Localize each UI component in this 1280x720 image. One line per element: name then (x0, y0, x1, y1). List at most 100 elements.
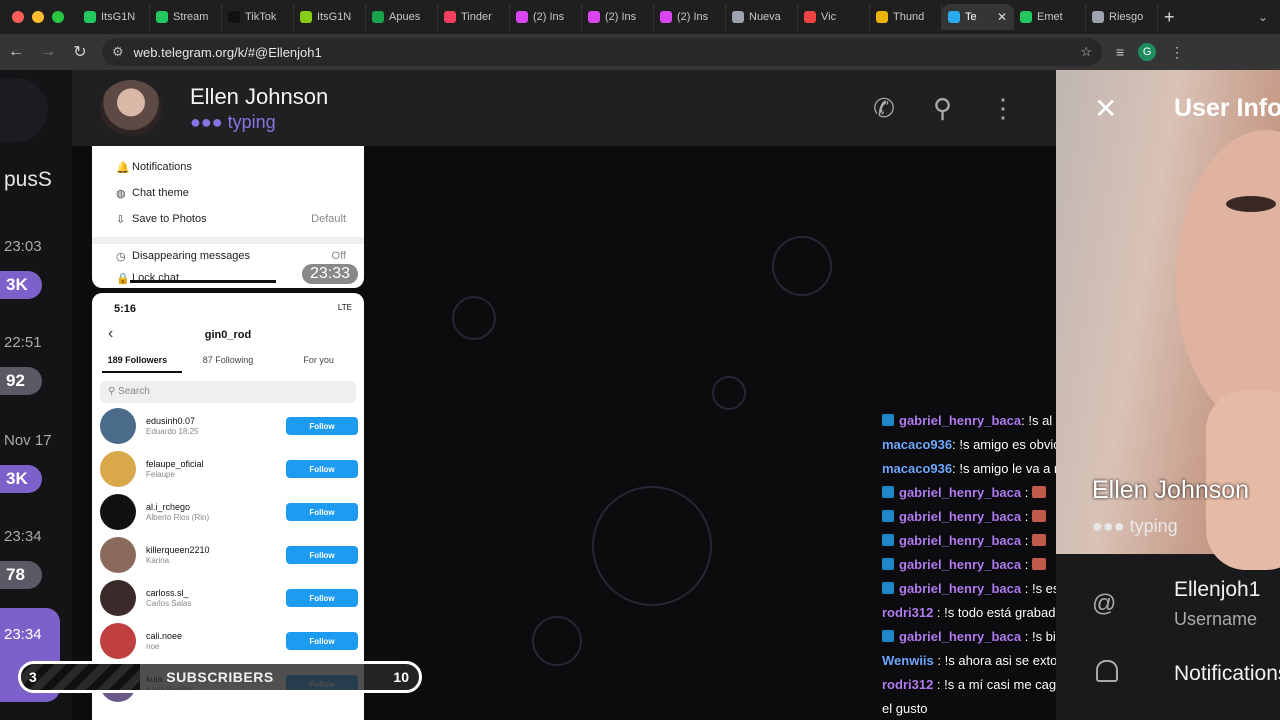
search-placeholder: Search (118, 386, 150, 397)
browser-tab[interactable]: TikTok (222, 4, 294, 30)
prime-badge-icon (882, 630, 894, 642)
close-window-button[interactable] (12, 11, 24, 23)
chat-list-time[interactable]: 23:03 (4, 238, 42, 255)
close-icon[interactable]: ✕ (1094, 92, 1117, 125)
user-info-name: Ellen Johnson (1092, 476, 1250, 504)
follower-row: al.i_rchego Alberto Rios (Rin) Follow (100, 492, 358, 532)
phone-status: LTE (337, 303, 352, 312)
chat-list-time[interactable]: Nov 17 (4, 432, 52, 449)
follower-fullname: Eduardo 18:25 (146, 427, 199, 436)
username-label: Username (1174, 609, 1258, 629)
tab-favicon-icon (300, 11, 312, 23)
tab-label: Apues (389, 11, 421, 23)
follower-meta: cali.noee noe (146, 631, 182, 651)
chat-list-name-fragment[interactable]: pusS (4, 168, 52, 192)
subscriber-target: 10 (393, 669, 409, 685)
browser-tab[interactable]: ItsG1N (294, 4, 366, 30)
browser-tab[interactable]: Apues (366, 4, 438, 30)
browser-tab[interactable]: Vic (798, 4, 870, 30)
settings-row: 🔔 Notifications (116, 161, 346, 174)
browser-tab[interactable]: Riesgo (1086, 4, 1158, 30)
tab-favicon-icon (948, 11, 960, 23)
tab-label: Thund (893, 11, 925, 23)
address-bar[interactable]: ⚙ web.telegram.org/k/#@Ellenjoh1 ☆ (102, 38, 1102, 66)
instagram-screenshot-message[interactable]: 5:16 LTE ‹ gin0_rod 189 Followers 87 Fol… (92, 293, 364, 720)
tab-label: ItsG1N (101, 11, 136, 23)
chat-header-actions: ✆ ⚲ ⋮ (873, 93, 1016, 124)
reload-icon[interactable]: ↻ (64, 42, 96, 62)
tab-favicon-icon (228, 11, 240, 23)
phone-icon[interactable]: ✆ (873, 93, 895, 124)
tab-favicon-icon (660, 11, 672, 23)
bookmark-star-icon[interactable]: ☆ (1080, 44, 1092, 60)
back-arrow-icon[interactable]: ← (0, 43, 32, 61)
maximize-window-button[interactable] (52, 11, 64, 23)
search-icon[interactable]: ⚲ (933, 93, 952, 124)
tab-favicon-icon (444, 11, 456, 23)
follower-row: killerqueen2210 Karina Follow (100, 535, 358, 575)
follower-username: carloss.sl_ (146, 588, 189, 598)
typing-dots-icon: ●●● (1092, 516, 1125, 536)
notifications-toggle-label[interactable]: Notifications (1174, 662, 1280, 686)
browser-tab[interactable]: Tinder (438, 4, 510, 30)
username-value[interactable]: Ellenjoh1 (1174, 578, 1260, 602)
profile-avatar[interactable]: G (1138, 43, 1157, 61)
home-indicator (130, 280, 276, 283)
sidebar-avatar-blob (0, 78, 48, 142)
browser-tab[interactable]: (2) Ins (510, 4, 582, 30)
browser-tab[interactable]: Nueva (726, 4, 798, 30)
browser-tab[interactable]: (2) Ins (582, 4, 654, 30)
settings-screenshot-message[interactable]: 🔔 Notifications ◍ Chat theme ⇩ Save to Photos… (92, 146, 364, 288)
follow-button: Follow (286, 503, 358, 521)
tab-label: TikTok (245, 11, 277, 23)
chat-username: gabriel_henry_baca (899, 485, 1022, 500)
media-controls-icon[interactable]: ≡ (1116, 44, 1124, 60)
chat-list-time[interactable]: 22:51 (4, 334, 42, 351)
chat-avatar[interactable] (100, 80, 162, 136)
tab-search-chevron-icon[interactable]: ⌄ (1258, 10, 1280, 24)
browser-tab[interactable]: ItsG1N (78, 4, 150, 30)
chat-username: gabriel_henry_baca (899, 413, 1022, 428)
chat-username: gabriel_henry_baca (899, 509, 1022, 524)
minimize-window-button[interactable] (32, 11, 44, 23)
unread-count-badge[interactable]: 3K (0, 465, 42, 493)
tab-label: Stream (173, 11, 209, 23)
unread-count-badge[interactable]: 3K (0, 271, 42, 299)
settings-row-label: Save to Photos (132, 213, 207, 225)
lock-icon: 🔒 (116, 273, 130, 285)
phone-time: 5:16 (114, 303, 137, 315)
chat-text: : (1021, 485, 1032, 500)
more-vertical-icon[interactable]: ⋮ (990, 93, 1016, 124)
tab-favicon-icon (516, 11, 528, 23)
user-info-status-text: typing (1129, 516, 1178, 536)
browser-tab[interactable]: Stream (150, 4, 222, 30)
chat-username: gabriel_henry_baca (899, 581, 1022, 596)
browser-tab[interactable]: Thund (870, 4, 942, 30)
follower-username: killerqueen2210 (146, 545, 210, 555)
forward-arrow-icon[interactable]: → (32, 43, 64, 61)
site-info-icon[interactable]: ⚙ (112, 44, 124, 60)
browser-tab[interactable]: Te ✕ (942, 4, 1014, 30)
photo-face (1176, 130, 1280, 430)
chat-header: Ellen Johnson ●●● typing ✆ ⚲ ⋮ (72, 70, 1056, 146)
unread-count-badge[interactable]: 92 (0, 367, 42, 395)
new-tab-button[interactable]: + (1158, 7, 1175, 28)
follower-avatar (100, 580, 136, 616)
chat-title-block[interactable]: Ellen Johnson ●●● typing (190, 84, 328, 133)
search-icon: ⚲ (108, 386, 119, 397)
follow-button: Follow (286, 632, 358, 650)
chat-text: el gusto (882, 701, 928, 716)
browser-tab[interactable]: (2) Ins (654, 4, 726, 30)
chat-list-time[interactable]: 23:34 (4, 626, 42, 643)
chat-username: gabriel_henry_baca (899, 533, 1022, 548)
follower-avatar (100, 623, 136, 659)
tab-label: (2) Ins (677, 11, 709, 23)
tab-close-icon[interactable]: ✕ (997, 10, 1007, 24)
follower-meta: carloss.sl_ Carlos Salas (146, 588, 191, 608)
chat-list-time[interactable]: 23:34 (4, 528, 42, 545)
unread-count-badge[interactable]: 78 (0, 561, 42, 589)
tab-label: Riesgo (1109, 11, 1144, 23)
settings-row: ⇩ Save to Photos Default (116, 213, 346, 226)
browser-menu-icon[interactable]: ⋮ (1170, 44, 1184, 61)
browser-tab[interactable]: Emet (1014, 4, 1086, 30)
